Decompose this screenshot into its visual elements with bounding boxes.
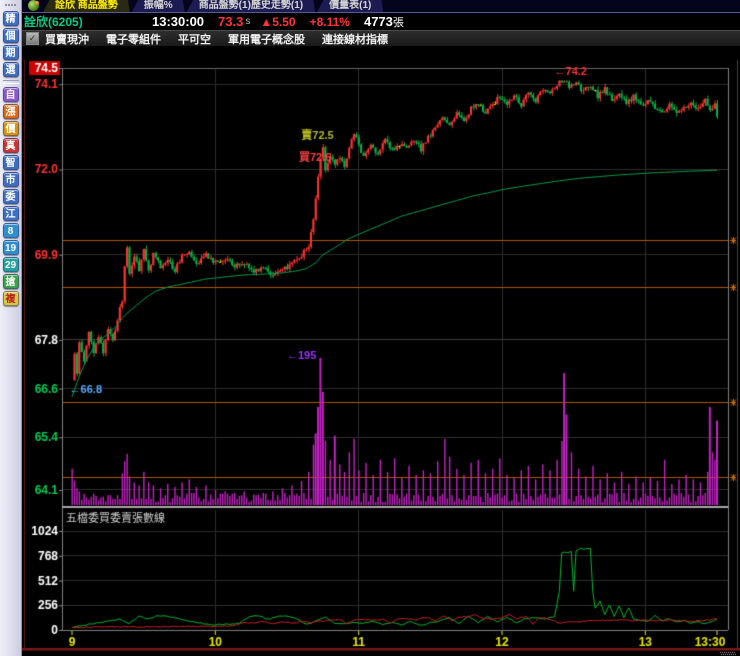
main-panel: 詮欣 商品盤勢 振幅% 商品盤勢(1)歷史走勢(1) 價量表(1) 詮欣(620… xyxy=(22,0,740,656)
intraday-chart-canvas[interactable] xyxy=(22,47,740,656)
window-menu-button[interactable] xyxy=(28,0,39,11)
sidebar-item-17[interactable]: 複 xyxy=(2,291,19,306)
toolbar-button-connector-material[interactable]: 連接線材指標 xyxy=(322,31,388,47)
sidebar-item-2[interactable]: 個 xyxy=(2,28,19,43)
daytrade-checkbox[interactable]: ✓ xyxy=(26,32,39,45)
sidebar-item-7[interactable]: 價 xyxy=(2,121,19,136)
trading-app-window: 精個期選自漲價真智市委江 8 19 29 搶複 詮欣 商品盤勢 振幅% 商品盤勢(1)歷… xyxy=(0,0,740,656)
quote-time: 13:30:00 xyxy=(152,14,205,29)
toolbar-button-short-allowed[interactable]: 平可空 xyxy=(178,31,211,47)
sidebar-item-11[interactable]: 委 xyxy=(2,189,19,204)
sidebar-item-15[interactable]: 29 xyxy=(2,257,19,272)
sidebar-item-9[interactable]: 智 xyxy=(2,155,19,170)
sidebar-item-10[interactable]: 市 xyxy=(2,172,19,187)
price-change-percent: +8.11% xyxy=(309,14,350,29)
sidebar-item-16[interactable]: 搶 xyxy=(2,274,19,289)
toolbar-button-military-electronics[interactable]: 軍用電子概念股 xyxy=(228,31,305,47)
tab-amplitude[interactable]: 振幅% xyxy=(132,0,185,12)
tab-history-trend[interactable]: 商品盤勢(1)歷史走勢(1) xyxy=(187,0,315,12)
tab-product-trend[interactable]: 詮欣 商品盤勢 xyxy=(43,0,130,12)
sidebar-item-14[interactable]: 19 xyxy=(2,240,19,255)
sidebar-item-3[interactable]: 期 xyxy=(2,45,19,60)
sidebar-item-5[interactable]: 自 xyxy=(2,87,19,102)
chart-area xyxy=(22,47,740,656)
sidebar-item-1[interactable]: 精 xyxy=(2,11,19,26)
sidebar-item-13[interactable]: 8 xyxy=(2,223,19,238)
tab-bar: 詮欣 商品盤勢 振幅% 商品盤勢(1)歷史走勢(1) 價量表(1) xyxy=(22,0,740,13)
symbol-name: 詮欣(6205) xyxy=(24,15,83,29)
sidebar-item-12[interactable]: 江 xyxy=(2,206,19,221)
price-flag: s xyxy=(245,16,251,27)
price-change: ▲5.50 xyxy=(260,14,296,29)
sidebar-divider xyxy=(2,80,19,84)
tab-price-volume-table[interactable]: 價量表(1) xyxy=(317,0,383,12)
toolbar-button-daytrade[interactable]: 買賣現沖 xyxy=(45,31,89,47)
left-quick-toolbar: 精個期選自漲價真智市委江 8 19 29 搶複 xyxy=(0,0,22,656)
quote-info-row: 詮欣(6205) 13:30:00 73.3 s ▲5.50 +8.11% 47… xyxy=(22,13,740,30)
category-toolbar: ✓ 買賣現沖 電子零組件 平可空 軍用電子概念股 連接線材指標 xyxy=(22,30,740,47)
sidebar-item-8[interactable]: 真 xyxy=(2,138,19,153)
sidebar-item-4[interactable]: 選 xyxy=(2,62,19,77)
sidebar-grip-handle[interactable] xyxy=(3,2,18,8)
toolbar-button-electronic-components[interactable]: 電子零組件 xyxy=(106,31,161,47)
sidebar-item-6[interactable]: 漲 xyxy=(2,104,19,119)
total-volume: 4773 xyxy=(363,14,393,29)
last-price: 73.3 xyxy=(218,14,244,29)
volume-unit: 張 xyxy=(392,16,404,29)
